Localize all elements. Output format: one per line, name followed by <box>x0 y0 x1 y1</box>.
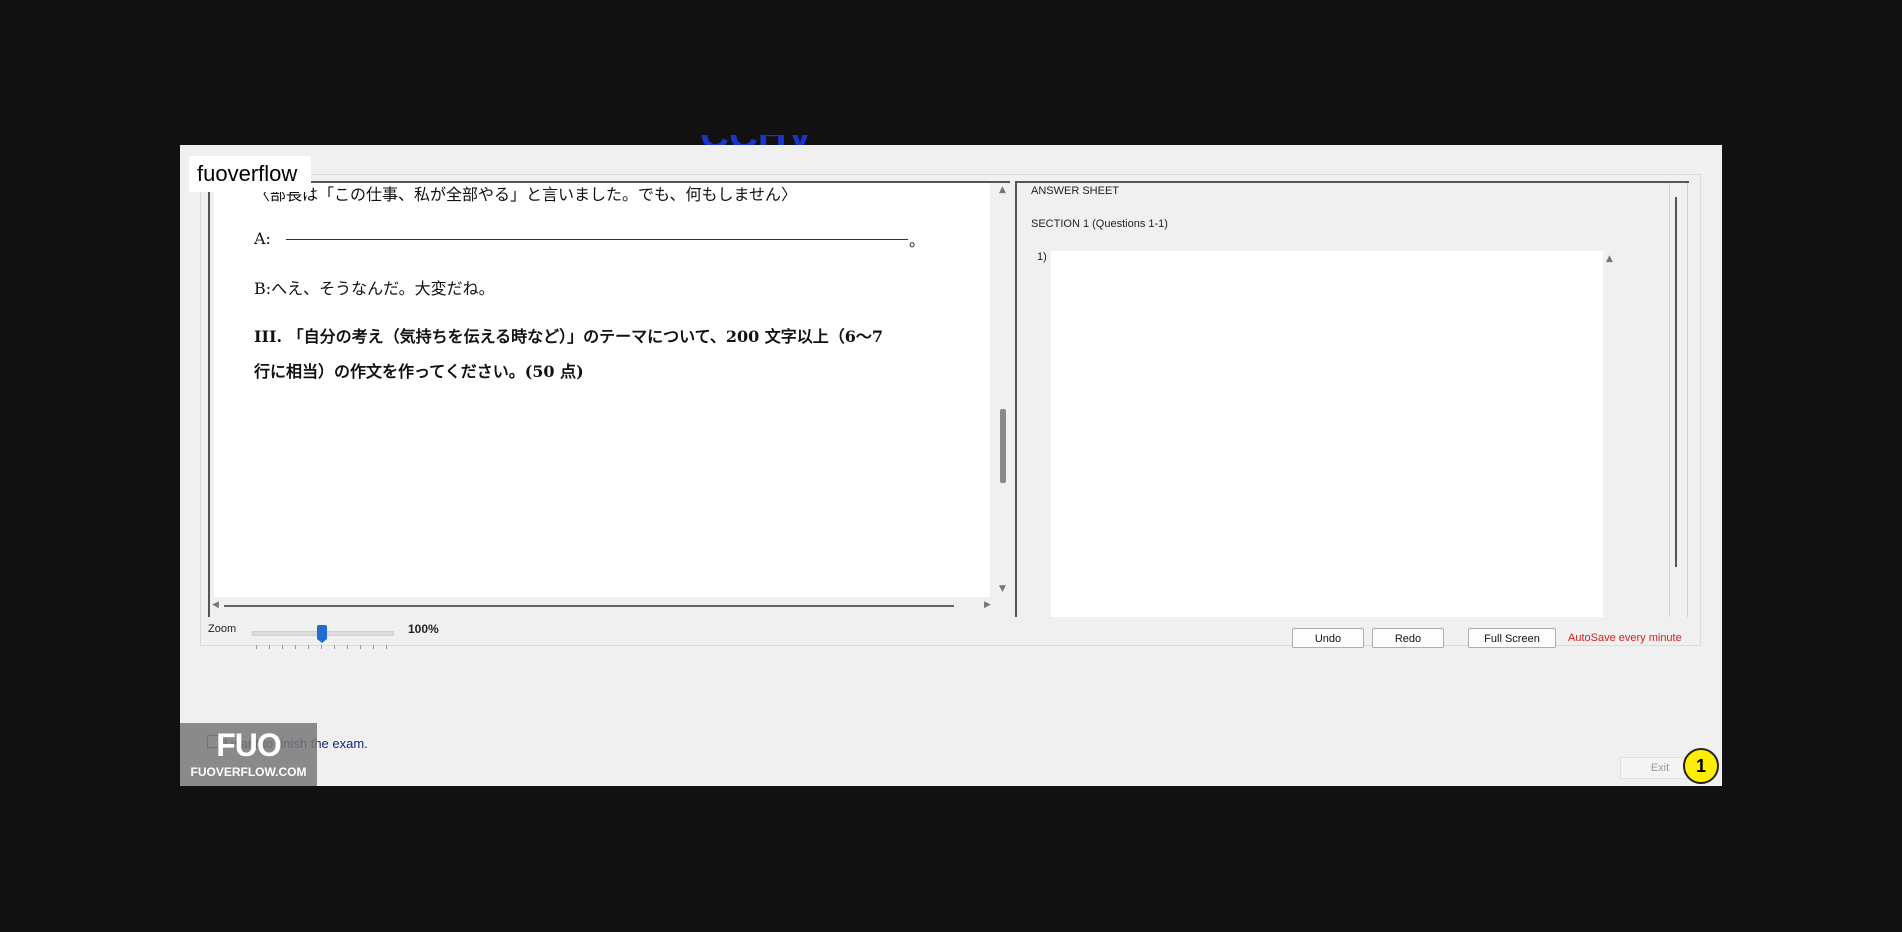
answer-a-period: 。 <box>909 231 926 250</box>
answer-sheet-scrollbar[interactable] <box>1675 197 1677 567</box>
answer-textarea-scrollbar[interactable]: ▲ <box>1603 251 1617 617</box>
full-screen-button[interactable]: Full Screen <box>1468 628 1556 648</box>
question-hscroll-thumb[interactable] <box>224 605 954 607</box>
question-page: 〈部長は「この仕事、私が全部やる」と言いました。でも、何もしません〉 A: 。 … <box>214 183 990 597</box>
fuoverflow-watermark: fuoverflow <box>189 156 312 192</box>
answer-a-label: A: <box>254 229 271 248</box>
question-vertical-scrollbar[interactable]: ▲ ▼ <box>996 183 1010 597</box>
logo-small-text: FUOVERFLOW.COM <box>190 765 307 779</box>
exam-window: CCHV 〈部長は「この仕事、私が全部やる」と言いました。でも、何もしません〉 … <box>180 135 1722 786</box>
scroll-down-icon[interactable]: ▼ <box>999 585 1006 594</box>
zoom-value: 100% <box>408 622 439 636</box>
answer-sheet-title: ANSWER SHEET <box>1031 185 1120 197</box>
answer-a-blank-line <box>286 239 908 240</box>
question-horizontal-scrollbar[interactable]: ◀ ▶ <box>210 599 996 613</box>
redo-button[interactable]: Redo <box>1372 628 1444 648</box>
question-viewer: 〈部長は「この仕事、私が全部やる」と言いました。でも、何もしません〉 A: 。 … <box>208 181 1010 617</box>
fuoverflow-logo: FUO FUOVERFLOW.COM <box>180 723 317 786</box>
scroll-right-icon[interactable]: ▶ <box>984 601 991 610</box>
dialogue-line-b: B:へえ、そうなんだ。大変だね。 <box>254 279 495 298</box>
top-fragment-text: CCHV <box>700 135 1000 145</box>
answer-sheet-divider <box>1669 183 1670 617</box>
question-scroll-thumb[interactable] <box>1000 409 1006 483</box>
scroll-up-icon[interactable]: ▲ <box>999 186 1006 195</box>
answer-sheet-edge <box>1687 183 1688 617</box>
autosave-notice: AutoSave every minute <box>1568 632 1682 644</box>
zoom-label: Zoom <box>208 623 237 635</box>
scroll-left-icon[interactable]: ◀ <box>212 601 219 610</box>
answer-section-title: SECTION 1 (Questions 1-1) <box>1031 218 1168 230</box>
answer-textarea[interactable] <box>1051 251 1603 617</box>
question-line-partial: 〈部長は「この仕事、私が全部やる」と言いました。でも、何もしません〉 <box>254 185 798 204</box>
section-3-instruction-line-1: III. 「自分の考え（気持ちを伝える時など）」のテーマについて、200 文字以… <box>254 327 884 346</box>
answer-scroll-up-icon[interactable]: ▲ <box>1606 255 1613 264</box>
undo-button[interactable]: Undo <box>1292 628 1364 648</box>
answer-question-number: 1) <box>1037 251 1047 263</box>
answer-sheet: ANSWER SHEET SECTION 1 (Questions 1-1) 1… <box>1015 181 1689 617</box>
zoom-slider-thumb[interactable] <box>317 625 327 643</box>
section-3-instruction-line-2: 行に相当）の作文を作ってください。(50 点) <box>254 362 584 381</box>
zoom-slider-ticks <box>256 645 390 649</box>
step-badge: 1 <box>1683 748 1719 784</box>
logo-big-text: FUO <box>216 727 282 763</box>
